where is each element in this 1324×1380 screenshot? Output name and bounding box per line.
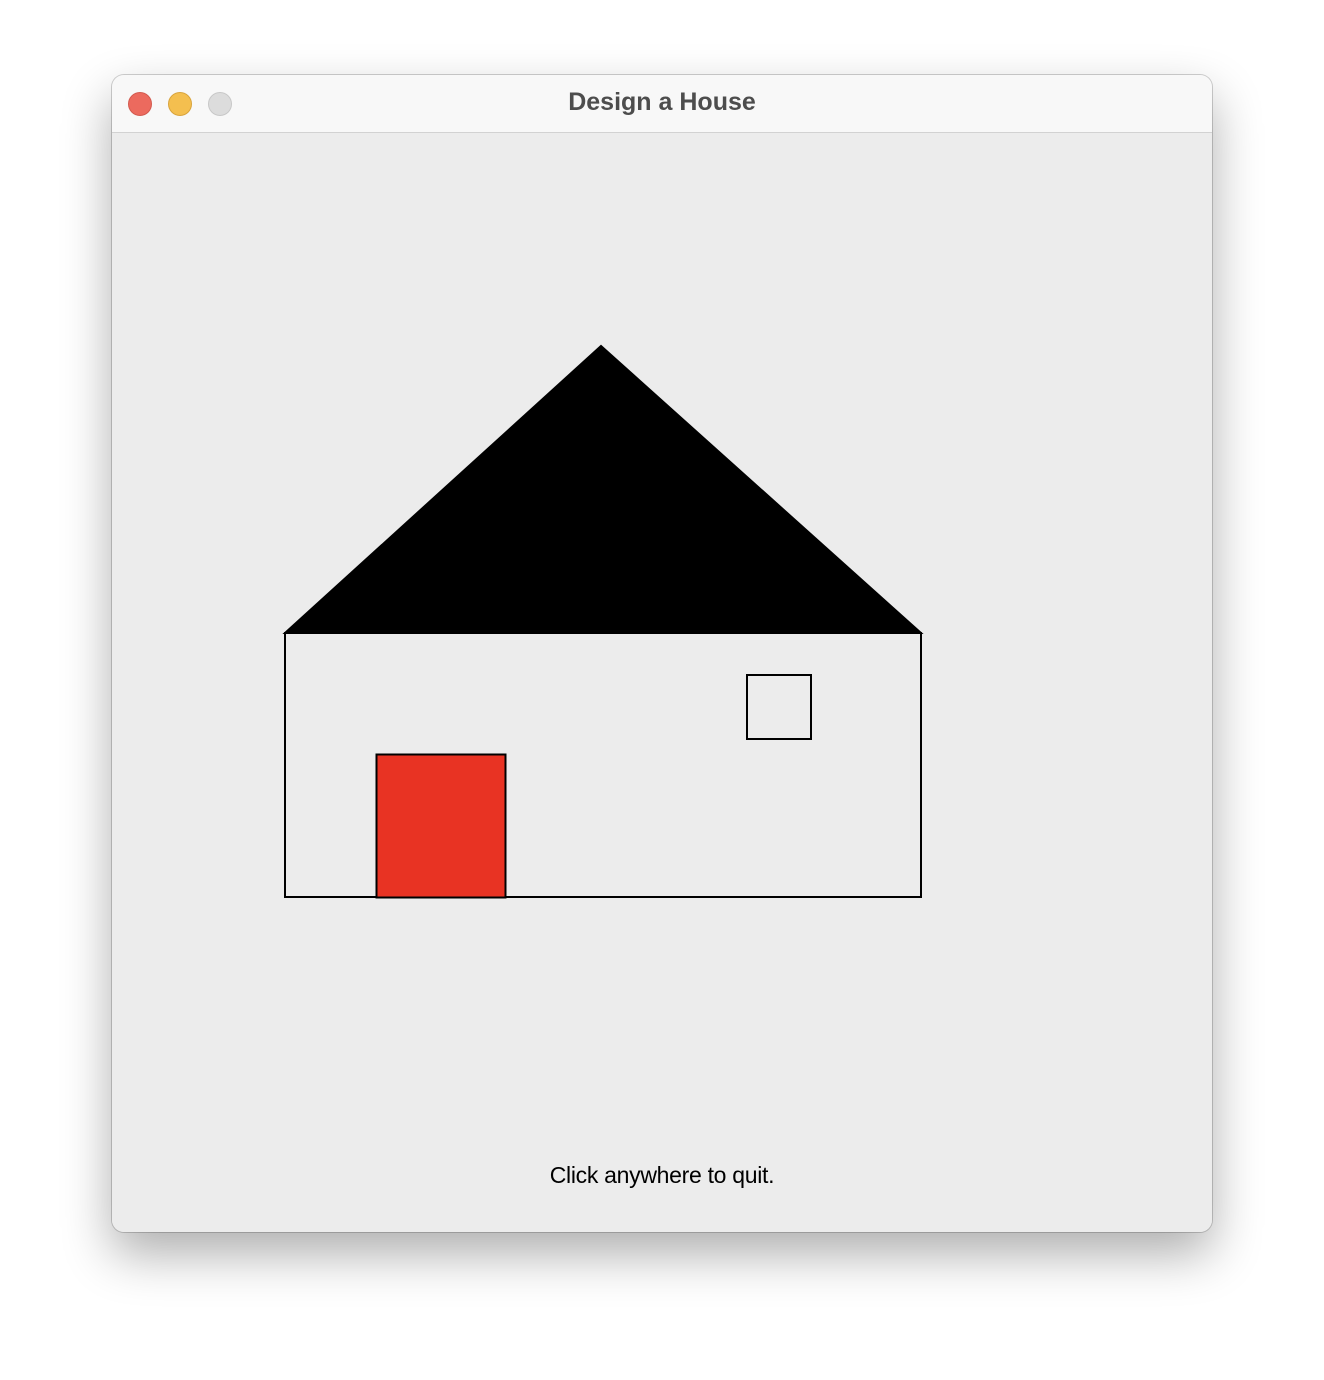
app-window: Design a House Click anywhere to quit. [112, 75, 1212, 1232]
quit-instruction-text: Click anywhere to quit. [549, 1162, 775, 1188]
roof-triangle [282, 344, 924, 634]
door-rectangle [375, 753, 507, 899]
house-drawing [282, 344, 924, 899]
drawing-canvas[interactable]: Click anywhere to quit. [112, 133, 1212, 1232]
title-bar[interactable]: Design a House [112, 75, 1212, 133]
window-title: Design a House [568, 88, 756, 116]
window-square [746, 674, 812, 740]
